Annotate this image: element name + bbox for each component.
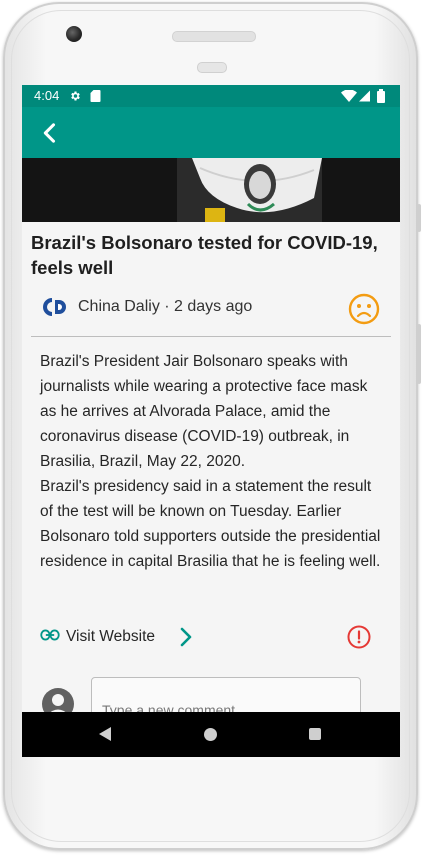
source-name-and-time: China Daliy · 2 days ago [78, 298, 253, 315]
article-image [22, 158, 400, 222]
nav-recents-icon[interactable] [309, 728, 321, 740]
sad-face-icon[interactable] [348, 293, 380, 325]
system-nav-bar [22, 712, 400, 757]
wifi-icon [341, 90, 357, 102]
volume-button [417, 324, 421, 384]
status-bar: 4:04 [22, 85, 400, 107]
power-button [417, 204, 421, 232]
earpiece-speaker [172, 31, 256, 42]
link-icon [40, 629, 60, 641]
back-arrow-icon[interactable] [36, 119, 64, 147]
article-headline: Brazil's Bolsonaro tested for COVID-19, … [31, 232, 378, 278]
battery-icon [377, 89, 385, 103]
visit-website-button[interactable]: Visit Website [40, 625, 200, 651]
nav-home-icon[interactable] [204, 728, 217, 741]
settings-icon [71, 91, 80, 101]
front-camera [66, 26, 82, 42]
report-icon[interactable] [347, 625, 371, 649]
status-time: 4:04 [34, 88, 60, 103]
nav-back-icon[interactable] [98, 726, 112, 742]
source-row: China Daliy · 2 days ago [40, 293, 380, 325]
chevron-right-icon [180, 627, 192, 647]
signal-icon [359, 90, 370, 102]
article-body: Brazil's President Jair Bolsonaro speaks… [40, 353, 381, 570]
screen: 4:04 Brazil's Bolsonaro tested for COVID… [22, 85, 400, 757]
sensor [197, 62, 227, 73]
source-logo-icon [43, 298, 66, 316]
sd-card-icon [90, 90, 101, 102]
app-bar [22, 107, 400, 158]
visit-website-label: Visit Website [66, 628, 156, 645]
divider [31, 336, 391, 337]
